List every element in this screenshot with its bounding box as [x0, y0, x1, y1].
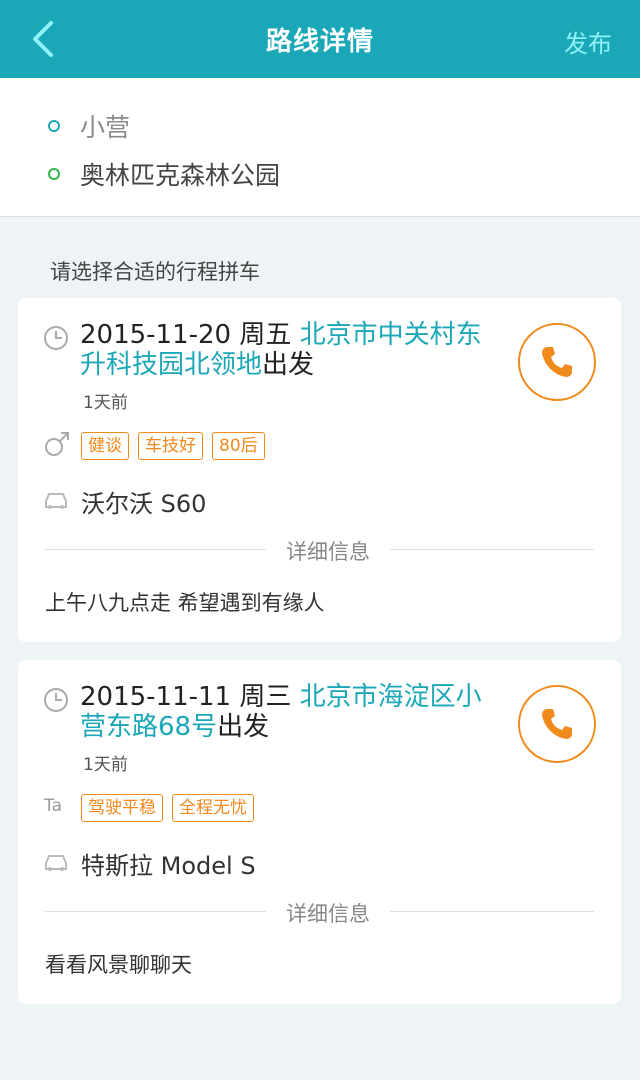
tag-badge: 车技好 — [138, 432, 203, 460]
tag-badge: 全程无忧 — [172, 794, 254, 822]
car-icon — [45, 493, 67, 509]
trip-suffix: 出发 — [217, 712, 270, 742]
route-start: 小营 — [48, 108, 130, 144]
call-button[interactable] — [518, 685, 596, 763]
back-button[interactable] — [22, 18, 62, 60]
route-start-label: 小营 — [80, 113, 131, 142]
chevron-left-icon — [33, 21, 53, 57]
trip-card[interactable]: 2015-11-11 周三 北京市海淀区小营东路68号出发 1天前 Ta 驾驶平… — [18, 660, 621, 1004]
male-icon — [45, 432, 69, 456]
phone-icon — [542, 347, 572, 377]
start-dot-icon — [48, 120, 60, 132]
car-icon — [45, 855, 67, 871]
page-title: 路线详情 — [265, 26, 374, 57]
route-summary — [0, 78, 640, 217]
publish-button[interactable]: 发布 — [564, 24, 612, 59]
clock-icon — [44, 326, 68, 350]
trip-note: 上午八九点走 希望遇到有缘人 — [45, 591, 325, 615]
trip-ago: 1天前 — [83, 393, 128, 413]
tag-badge: 驾驶平稳 — [81, 794, 163, 822]
trip-ago: 1天前 — [83, 755, 128, 775]
tag-badge: 健谈 — [81, 432, 129, 460]
call-button[interactable] — [518, 323, 596, 401]
app-header: 路线详情 发布 — [0, 0, 640, 78]
clock-icon — [44, 688, 68, 712]
route-end: 奥林匹克森林公园 — [48, 156, 280, 192]
phone-icon — [542, 709, 572, 739]
trip-note: 看看风景聊聊天 — [45, 953, 192, 977]
details-label: 详细信息 — [266, 898, 390, 928]
text-size-icon: Ta — [44, 796, 62, 816]
end-dot-icon — [48, 168, 60, 180]
trip-tags: 驾驶平稳 全程无忧 — [81, 794, 263, 822]
car-model: 特斯拉 Model S — [81, 852, 256, 880]
trip-time-place: 2015-11-11 周三 北京市海淀区小营东路68号出发 — [80, 682, 500, 742]
route-end-label: 奥林匹克森林公园 — [80, 161, 281, 190]
trip-tags: 健谈 车技好 80后 — [81, 432, 274, 460]
trip-date: 2015-11-11 周三 — [80, 682, 292, 712]
trip-suffix: 出发 — [262, 350, 315, 380]
tag-badge: 80后 — [212, 432, 265, 460]
details-label: 详细信息 — [266, 536, 390, 566]
trip-date: 2015-11-20 周五 — [80, 320, 292, 350]
section-label: 请选择合适的行程拼车 — [50, 260, 260, 284]
trip-card[interactable]: 2015-11-20 周五 北京市中关村东升科技园北领地出发 1天前 健谈 车技… — [18, 298, 621, 642]
trip-time-place: 2015-11-20 周五 北京市中关村东升科技园北领地出发 — [80, 320, 500, 380]
car-model: 沃尔沃 S60 — [81, 490, 207, 518]
